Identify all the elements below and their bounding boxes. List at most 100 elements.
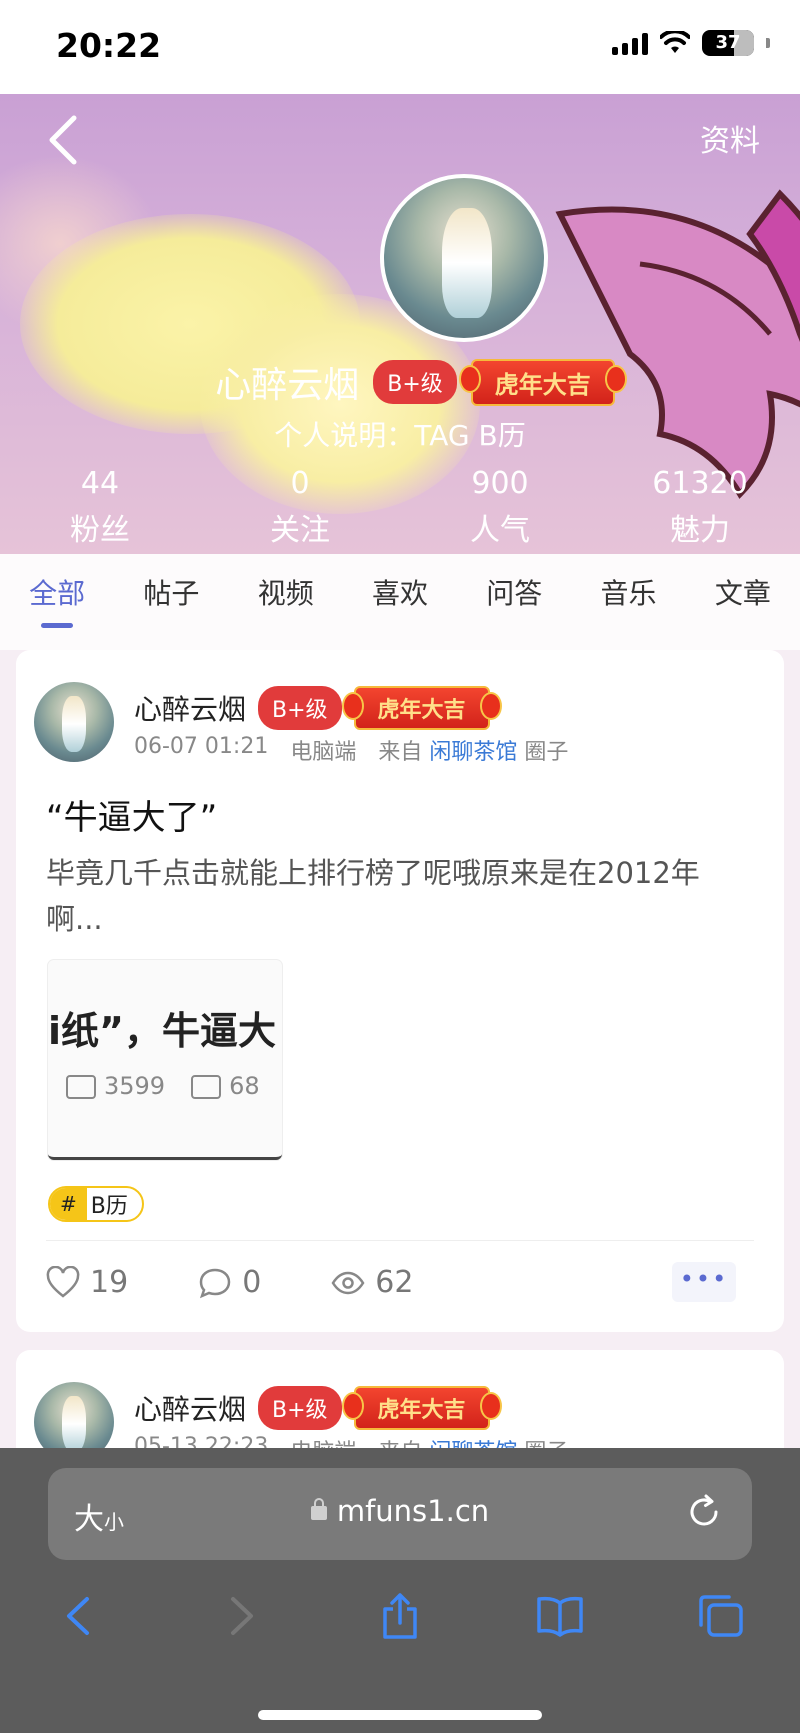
tab-videos[interactable]: 视频 <box>229 554 343 650</box>
stat-popularity: 900 人气 <box>400 466 600 549</box>
festive-badge-text: 虎年大吉 <box>377 698 466 723</box>
stat-charm: 61320 魅力 <box>600 466 800 549</box>
profile-name-row: 心醉云烟 B+级 虎年大吉 <box>0 356 800 408</box>
play-icon <box>66 1075 96 1099</box>
browser-bottom-bar: 大小 mfuns1.cn <box>0 1448 800 1733</box>
status-time: 20:22 <box>56 26 162 65</box>
battery-icon: 37 <box>702 30 754 56</box>
tab-likes[interactable]: 喜欢 <box>343 554 457 650</box>
post-circle-suffix: 圈子 <box>524 740 569 765</box>
lantern-icon <box>604 364 627 393</box>
stat-label: 关注 <box>270 513 330 548</box>
battery-level: 37 <box>715 32 741 53</box>
lantern-icon <box>341 1392 364 1420</box>
lock-icon <box>310 1498 327 1520</box>
tabs-icon <box>699 1595 743 1637</box>
stat-label: 魅力 <box>670 513 730 548</box>
tab-posts[interactable]: 帖子 <box>114 554 228 650</box>
post-device: 电脑端 <box>290 740 357 765</box>
post-circle-link[interactable]: 闲聊茶馆 <box>429 740 517 765</box>
post-date: 06-07 01:21 <box>134 734 269 759</box>
stat-value: 44 <box>80 466 120 501</box>
thumbnail-text: i纸”，牛逼大 <box>48 1009 277 1053</box>
festive-badge-text: 虎年大吉 <box>377 1398 466 1423</box>
profile-avatar[interactable] <box>380 174 548 342</box>
lantern-icon <box>479 692 502 720</box>
stat-followers[interactable]: 44 粉丝 <box>0 466 200 549</box>
post-author-avatar[interactable] <box>34 682 114 762</box>
more-options-button[interactable]: ••• <box>672 1262 736 1302</box>
hashtag-icon: # <box>50 1188 87 1220</box>
post-header: 心醉云烟 B+级 虎年大吉 <box>134 686 502 730</box>
festive-badge: 虎年大吉 <box>341 1386 502 1430</box>
cellular-signal-icon <box>612 31 648 55</box>
danmaku-icon <box>191 1075 222 1099</box>
lantern-icon <box>341 692 364 720</box>
battery-tip <box>766 38 770 48</box>
stat-label: 粉丝 <box>70 513 130 548</box>
eye-icon <box>331 1271 365 1294</box>
stat-label: 人气 <box>470 513 530 548</box>
post-author-name[interactable]: 心醉云烟 <box>134 688 246 728</box>
stat-following[interactable]: 0 关注 <box>200 466 400 549</box>
festive-badge: 虎年大吉 <box>341 686 502 730</box>
back-button[interactable] <box>44 112 94 172</box>
profile-info-link[interactable]: 资料 <box>700 116 760 160</box>
avatar-figure <box>442 208 492 318</box>
like-button[interactable]: 19 <box>46 1265 128 1300</box>
profile-bio: 个人说明：TAG B历 <box>274 419 526 452</box>
profile-username: 心醉云烟 <box>215 365 360 406</box>
profile-stats: 44 粉丝 0 关注 900 人气 61320 魅力 <box>0 466 800 549</box>
tab-qa[interactable]: 问答 <box>457 554 571 650</box>
lantern-icon <box>458 364 481 393</box>
url-display: mfuns1.cn <box>48 1494 752 1528</box>
comment-button[interactable]: 0 <box>198 1265 261 1300</box>
tag-label: B历 <box>90 1194 128 1219</box>
stat-value: 61320 <box>652 466 748 501</box>
thumbnail-comments: 68 <box>229 1072 260 1100</box>
view-count: 62 <box>375 1265 414 1300</box>
post-thumbnail[interactable]: i纸”，牛逼大 3599 68 <box>48 960 282 1160</box>
post-actions: 19 0 62 <box>46 1265 413 1300</box>
chevron-right-icon <box>231 1597 253 1635</box>
post-from-label: 来自 <box>378 740 423 765</box>
tabs-button[interactable] <box>690 1586 750 1646</box>
wifi-icon <box>660 31 690 53</box>
post-author-name[interactable]: 心醉云烟 <box>134 1388 246 1428</box>
festive-badge: 虎年大吉 <box>458 358 627 406</box>
divider <box>46 1240 754 1241</box>
views-indicator: 62 <box>331 1265 413 1300</box>
comment-icon <box>199 1268 231 1298</box>
post-card[interactable]: 心醉云烟 B+级 虎年大吉 06-07 01:21 电脑端 来自 闲聊茶馆 圈子… <box>16 650 784 1332</box>
heart-icon <box>46 1265 80 1298</box>
home-indicator <box>258 1710 542 1720</box>
lantern-icon <box>479 1392 502 1420</box>
stat-value: 0 <box>290 466 310 501</box>
festive-badge-text: 虎年大吉 <box>494 370 591 399</box>
post-meta: 06-07 01:21 电脑端 来自 闲聊茶馆 圈子 <box>134 734 568 766</box>
browser-forward-button[interactable] <box>210 1586 270 1646</box>
chevron-left-icon <box>49 115 77 165</box>
share-icon <box>383 1593 417 1639</box>
address-bar[interactable]: 大小 mfuns1.cn <box>48 1468 752 1560</box>
tab-all[interactable]: 全部 <box>0 554 114 650</box>
browser-back-button[interactable] <box>50 1586 110 1646</box>
status-bar: 20:22 37 <box>0 0 800 94</box>
stat-value: 900 <box>471 466 529 501</box>
reload-icon[interactable] <box>684 1492 724 1532</box>
post-title[interactable]: “牛逼大了” <box>46 790 217 839</box>
like-count: 19 <box>90 1265 129 1300</box>
browser-toolbar <box>0 1586 800 1646</box>
post-body[interactable]: 毕竟几千点击就能上排行榜了呢哦原来是在2012年啊... <box>46 850 756 942</box>
level-badge: B+级 <box>258 1386 342 1430</box>
share-button[interactable] <box>370 1586 430 1646</box>
status-icons: 37 <box>612 30 770 56</box>
bookmarks-button[interactable] <box>530 1586 590 1646</box>
level-badge: B+级 <box>258 686 342 730</box>
post-header: 心醉云烟 B+级 虎年大吉 <box>134 1386 502 1430</box>
level-badge: B+级 <box>373 360 457 404</box>
post-tag[interactable]: # B历 <box>48 1186 144 1222</box>
profile-banner: 资料 心醉云烟 B+级 虎年大吉 个人说明：TAG B历 44 粉丝 0 关注 … <box>0 94 800 554</box>
tab-music[interactable]: 音乐 <box>571 554 685 650</box>
tab-articles[interactable]: 文章 <box>686 554 800 650</box>
